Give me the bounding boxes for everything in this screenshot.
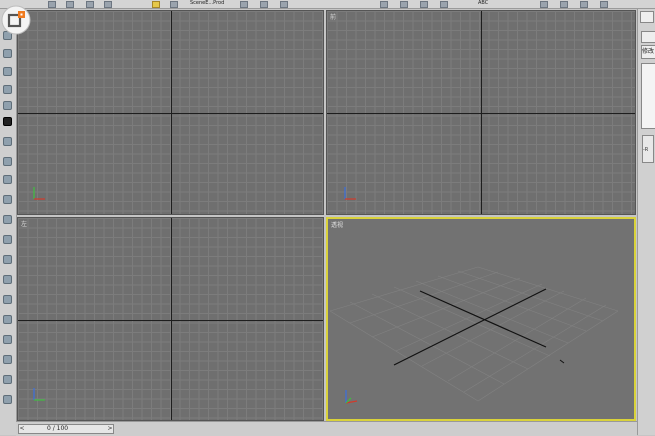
create-torus-icon[interactable] bbox=[3, 85, 12, 94]
axis-gizmo-icon bbox=[33, 388, 45, 401]
toolbar-text: ABC bbox=[478, 0, 489, 6]
create-light-icon[interactable] bbox=[3, 235, 12, 244]
axis-gizmo-icon bbox=[33, 187, 45, 200]
object-name-field[interactable] bbox=[641, 31, 655, 43]
viewport-left[interactable]: 左 bbox=[17, 217, 324, 421]
select-region-icon[interactable] bbox=[170, 1, 178, 8]
modifier-list[interactable] bbox=[641, 63, 655, 129]
link-icon[interactable] bbox=[86, 1, 94, 8]
timeline-bar: < 0 / 100 > bbox=[16, 421, 637, 436]
create-patch-icon[interactable] bbox=[3, 375, 12, 384]
create-plane-icon[interactable] bbox=[3, 137, 12, 146]
redo-icon[interactable] bbox=[66, 1, 74, 8]
scale-icon[interactable] bbox=[280, 1, 288, 8]
create-cylinder-icon[interactable] bbox=[3, 67, 12, 76]
create-helper-icon[interactable] bbox=[3, 275, 12, 284]
create-tab-icon[interactable] bbox=[640, 11, 654, 23]
create-camera-icon[interactable] bbox=[3, 255, 12, 264]
create-pyramid-icon[interactable] bbox=[3, 157, 12, 166]
viewport-front[interactable]: 前 bbox=[326, 10, 636, 215]
move-icon[interactable] bbox=[240, 1, 248, 8]
create-spline-icon[interactable] bbox=[3, 215, 12, 224]
create-tube-icon[interactable] bbox=[3, 175, 12, 184]
select-object-icon[interactable] bbox=[152, 1, 160, 8]
main-toolbar: SceneE...Prod ABC bbox=[0, 0, 655, 9]
render-icon[interactable] bbox=[580, 1, 588, 8]
axis-gizmo-icon bbox=[344, 187, 356, 200]
align-icon[interactable] bbox=[440, 1, 448, 8]
material-editor-icon[interactable] bbox=[540, 1, 548, 8]
create-sphere-icon[interactable] bbox=[3, 49, 12, 58]
frame-counter: 0 / 100 bbox=[47, 425, 69, 432]
world-axis-y bbox=[171, 11, 172, 214]
app-logo bbox=[0, 5, 34, 35]
named-selection-set[interactable]: SceneE...Prod bbox=[190, 0, 224, 7]
render-frame-icon[interactable] bbox=[600, 1, 608, 8]
next-frame-button[interactable]: > bbox=[107, 425, 113, 433]
time-slider[interactable]: < 0 / 100 > bbox=[18, 424, 114, 434]
create-cone-icon[interactable] bbox=[3, 101, 12, 110]
rotate-icon[interactable] bbox=[260, 1, 268, 8]
prev-frame-button[interactable]: < bbox=[19, 425, 25, 433]
viewport-label[interactable]: 前 bbox=[330, 12, 336, 21]
unlink-icon[interactable] bbox=[104, 1, 112, 8]
render-setup-icon[interactable] bbox=[560, 1, 568, 8]
create-spacewarp-icon[interactable] bbox=[3, 295, 12, 304]
viewport-top[interactable] bbox=[17, 10, 324, 215]
mirror-icon[interactable] bbox=[420, 1, 428, 8]
create-teapot-icon[interactable] bbox=[3, 117, 12, 126]
angle-snap-icon[interactable] bbox=[400, 1, 408, 8]
left-toolbar bbox=[0, 9, 17, 435]
create-geosphere-icon[interactable] bbox=[3, 195, 12, 204]
panel-rollout-label: -R bbox=[643, 147, 649, 153]
command-panel: 修改 -R bbox=[637, 9, 655, 435]
perspective-grid bbox=[329, 266, 619, 402]
world-axis-z bbox=[481, 11, 482, 214]
snap-icon[interactable] bbox=[380, 1, 388, 8]
world-axis-z bbox=[171, 218, 172, 420]
create-particle-icon[interactable] bbox=[3, 335, 12, 344]
create-nurbs-icon[interactable] bbox=[3, 395, 12, 404]
create-compound-icon[interactable] bbox=[3, 355, 12, 364]
viewport-perspective[interactable]: 透视 bbox=[326, 217, 636, 421]
modify-tab[interactable]: 修改 bbox=[641, 45, 655, 59]
axis-gizmo-icon bbox=[345, 390, 358, 404]
create-system-icon[interactable] bbox=[3, 315, 12, 324]
viewport-label[interactable]: 左 bbox=[21, 219, 27, 228]
undo-icon[interactable] bbox=[48, 1, 56, 8]
